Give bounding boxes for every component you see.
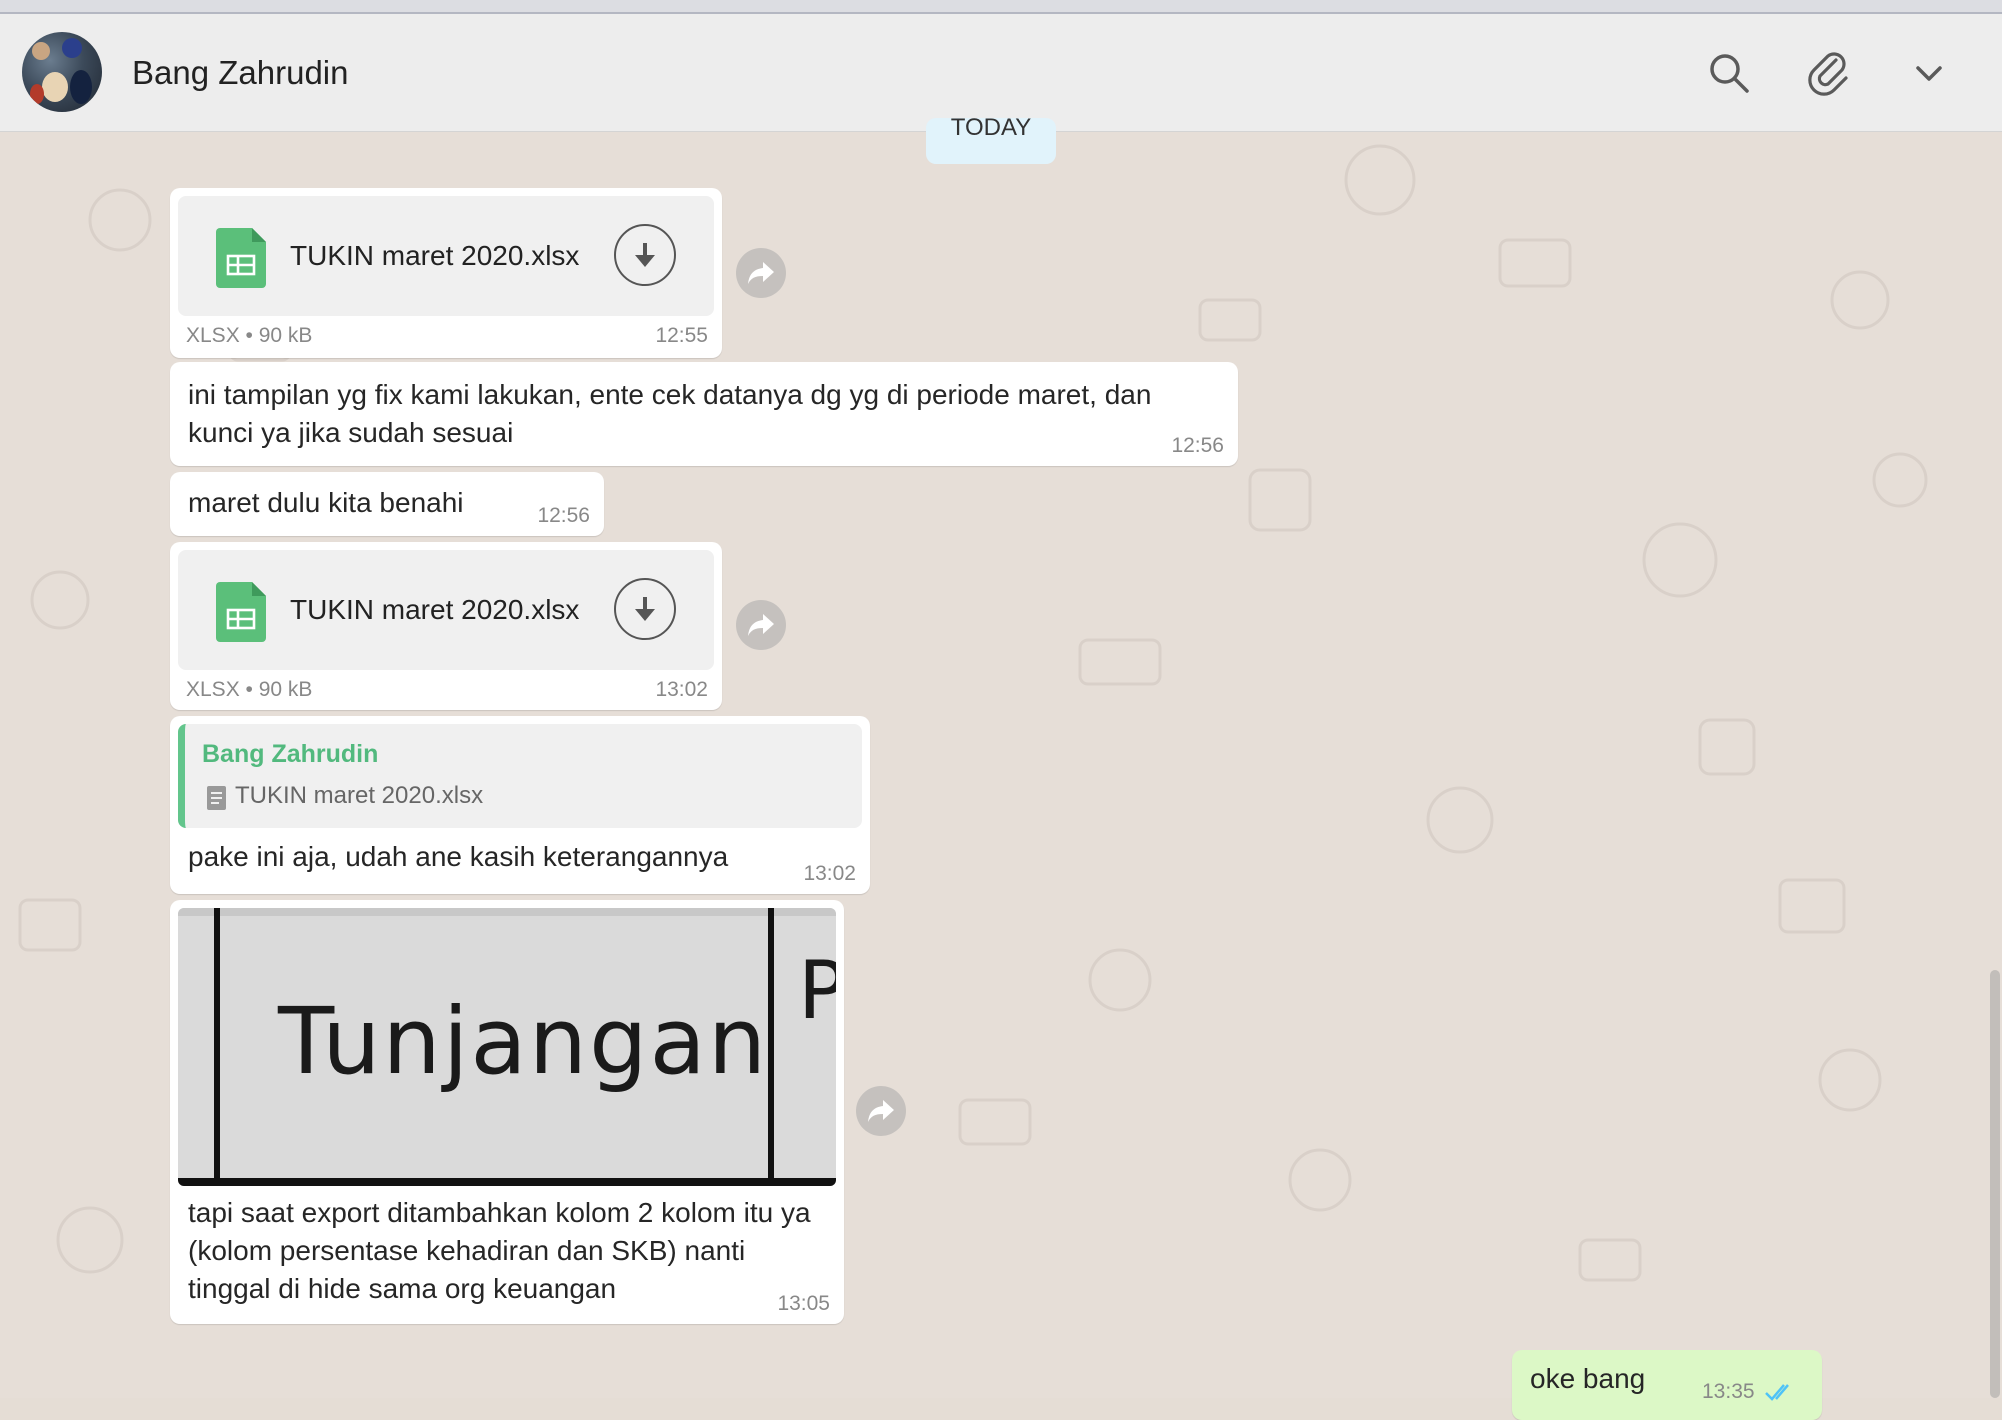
chat-header[interactable]: Bang Zahrudin — [0, 14, 2002, 132]
image-text: Tunjangan — [278, 988, 769, 1095]
chevron-down-icon[interactable] — [1906, 50, 1952, 96]
forward-button[interactable] — [736, 600, 786, 650]
quoted-text: TUKIN maret 2020.xlsx — [235, 782, 484, 809]
paperclip-icon[interactable] — [1806, 50, 1852, 96]
file-name: TUKIN maret 2020.xlsx — [290, 240, 580, 271]
message-body: tapi saat export ditambahkan kolom 2 kol… — [188, 1197, 811, 1304]
message-body: pake ini aja, udah ane kasih keterangann… — [188, 841, 729, 872]
file-name: TUKIN maret 2020.xlsx — [290, 594, 580, 625]
download-button[interactable] — [614, 224, 676, 286]
message-text[interactable]: maret dulu kita benahi 12:56 — [170, 472, 604, 536]
message-body: oke bang — [1530, 1363, 1646, 1394]
date-divider: TODAY — [926, 118, 1056, 164]
message-time: 13:02 — [655, 678, 708, 701]
search-icon[interactable] — [1706, 50, 1752, 96]
file-attachment[interactable]: TUKIN maret 2020.xlsx — [178, 550, 714, 670]
message-body: ini tampilan yg fix kami lakukan, ente c… — [188, 379, 1152, 448]
read-receipt-icon — [1765, 1384, 1789, 1401]
scrollbar[interactable] — [1990, 970, 2000, 1398]
file-meta: XLSX • 90 kB — [186, 678, 313, 701]
document-icon — [207, 786, 226, 810]
message-reply[interactable]: Bang Zahrudin TUKIN maret 2020.xlsx pake… — [170, 716, 870, 894]
message-time: 12:55 — [655, 324, 708, 347]
spreadsheet-icon — [216, 228, 266, 288]
quoted-author: Bang Zahrudin — [202, 740, 379, 768]
message-file[interactable]: TUKIN maret 2020.xlsx XLSX • 90 kB 12:55 — [170, 188, 722, 358]
menu-bar-strip — [0, 0, 2002, 14]
message-text[interactable]: ini tampilan yg fix kami lakukan, ente c… — [170, 362, 1238, 466]
forward-button[interactable] — [736, 248, 786, 298]
message-time: 13:35 — [1702, 1380, 1755, 1403]
download-icon — [635, 597, 655, 621]
forward-icon — [748, 262, 774, 284]
avatar[interactable] — [22, 32, 102, 112]
message-time: 13:02 — [803, 862, 856, 885]
date-divider-label: TODAY — [950, 118, 1032, 141]
download-button[interactable] — [614, 578, 676, 640]
forward-icon — [748, 614, 774, 636]
download-icon — [635, 243, 655, 267]
message-time: 12:56 — [1171, 434, 1224, 457]
image-attachment[interactable]: Tunjangan P — [178, 908, 836, 1186]
message-body: maret dulu kita benahi — [188, 487, 464, 518]
message-time: 12:56 — [537, 504, 590, 527]
forward-button[interactable] — [856, 1086, 906, 1136]
image-text-partial: P — [798, 944, 836, 1037]
file-attachment[interactable]: TUKIN maret 2020.xlsx — [178, 196, 714, 316]
spreadsheet-icon — [216, 582, 266, 642]
quoted-message[interactable]: Bang Zahrudin TUKIN maret 2020.xlsx — [178, 724, 862, 828]
message-image[interactable]: Tunjangan P tapi saat export ditambahkan… — [170, 900, 844, 1324]
forward-icon — [868, 1100, 894, 1122]
message-time: 13:05 — [777, 1292, 830, 1315]
message-outgoing[interactable]: oke bang 13:35 — [1512, 1350, 1822, 1420]
message-file[interactable]: TUKIN maret 2020.xlsx XLSX • 90 kB 13:02 — [170, 542, 722, 710]
file-meta: XLSX • 90 kB — [186, 324, 313, 347]
contact-name[interactable]: Bang Zahrudin — [132, 54, 348, 92]
